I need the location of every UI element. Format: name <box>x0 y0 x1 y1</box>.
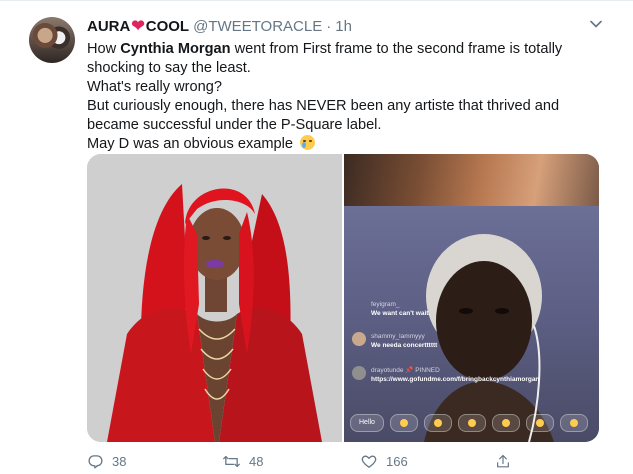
like-button[interactable]: 166 <box>360 453 408 470</box>
reaction-emoji-icon[interactable] <box>525 414 554 432</box>
separator-dot: · <box>326 18 332 35</box>
author-handle[interactable]: @TWEETORACLE <box>193 18 322 35</box>
tweet-line-2: What's really wrong? <box>87 79 222 95</box>
reaction-emoji-icon[interactable] <box>491 414 520 432</box>
live-comment-avatar <box>352 332 366 346</box>
author-avatar[interactable] <box>29 17 75 63</box>
share-button[interactable] <box>495 453 511 470</box>
live-top-frame <box>344 154 599 206</box>
author-name-part2: COOL <box>145 18 190 35</box>
hello-button[interactable]: Hello <box>350 414 384 432</box>
reaction-emoji-icon[interactable] <box>457 414 486 432</box>
reply-icon <box>88 455 103 469</box>
tweet-actions: 38 48 166 <box>87 453 527 471</box>
reaction-emoji-icon[interactable] <box>389 414 418 432</box>
live-comment-text: We needa concertttttt <box>371 342 438 349</box>
retweet-button[interactable]: 48 <box>222 453 263 470</box>
tweet-card[interactable]: AURA❤COOL @TWEETORACLE · 1h How Cynthia … <box>0 0 633 474</box>
live-comment: feyigram_ We want can't wait. <box>352 300 430 318</box>
more-options-chevron-icon[interactable] <box>589 17 603 31</box>
portrait-illustration <box>87 154 342 442</box>
live-comment-user: shammy_lammyyy <box>371 333 425 340</box>
reply-count: 38 <box>112 454 127 469</box>
live-comment-user: feyigram_ <box>371 301 400 308</box>
like-count: 166 <box>386 454 408 469</box>
tweet-line-3: But curiously enough, there has NEVER be… <box>87 98 560 133</box>
share-icon <box>497 454 509 468</box>
author-name-part1: AURA <box>87 18 131 35</box>
live-video-frame <box>344 206 599 442</box>
tweet-line-1: How Cynthia Morgan went from First frame… <box>87 41 563 76</box>
tweet-text: How Cynthia Morgan went from First frame… <box>87 40 597 154</box>
heart-emoji-icon: ❤ <box>131 18 145 35</box>
tweet-timestamp[interactable]: 1h <box>335 18 352 35</box>
tweet-media[interactable]: feyigram_ We want can't wait. shammy_lam… <box>87 154 599 442</box>
live-person-illustration <box>424 234 554 442</box>
retweet-icon <box>223 455 240 468</box>
live-comment: shammy_lammyyy We needa concertttttt <box>352 332 437 350</box>
crying-face-emoji-icon <box>300 135 316 150</box>
author-name[interactable]: AURA❤COOL <box>87 18 189 35</box>
media-photo-left[interactable] <box>87 154 342 442</box>
tweet-line-4: May D was an obvious example <box>87 135 597 154</box>
reaction-emoji-icon[interactable] <box>423 414 452 432</box>
media-photo-right[interactable]: feyigram_ We want can't wait. shammy_lam… <box>344 154 599 442</box>
retweet-count: 48 <box>249 454 264 469</box>
live-comment-text: https://www.gofundme.com/f/bringbackcynt… <box>371 376 540 383</box>
live-comment-avatar <box>352 366 366 380</box>
live-comment-user: drayotunde 📌 PINNED <box>371 367 440 374</box>
reaction-emoji-icon[interactable] <box>559 414 588 432</box>
live-comment-text: We want can't wait. <box>371 310 431 317</box>
tweet-header: AURA❤COOL @TWEETORACLE · 1h <box>87 18 352 35</box>
mention-cynthia-morgan: Cynthia Morgan <box>120 41 231 57</box>
heart-icon <box>361 455 377 468</box>
reply-button[interactable]: 38 <box>87 453 126 470</box>
live-reaction-bar: Hello <box>350 414 588 432</box>
live-comment: drayotunde 📌 PINNED https://www.gofundme… <box>352 366 539 384</box>
